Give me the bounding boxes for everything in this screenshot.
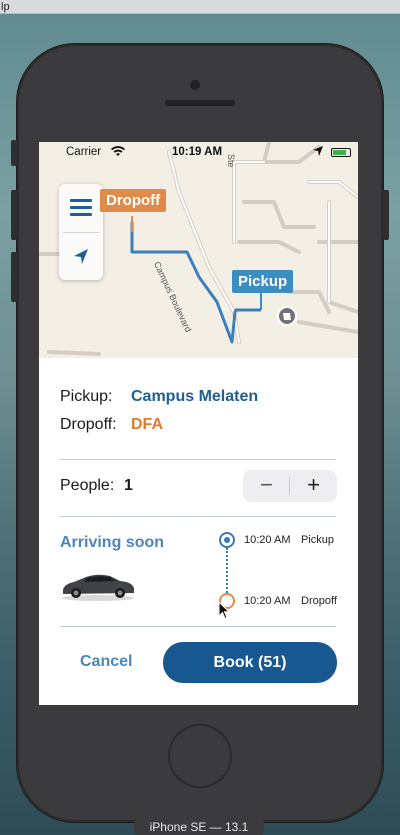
dropoff-tag: Dropoff <box>301 595 337 607</box>
street-label-ste: Ste <box>226 154 236 168</box>
app-screen: Carrier 10:19 AM Campus Boulevard Ste Dr… <box>39 142 358 705</box>
mouse-cursor-icon <box>218 601 230 620</box>
car-image <box>62 574 134 601</box>
cancel-button[interactable]: Cancel <box>60 642 152 682</box>
simulator-device-label: iPhone SE — 13.1 <box>134 820 264 835</box>
status-bar: Carrier 10:19 AM <box>39 142 358 162</box>
carrier-label: Carrier <box>66 146 102 158</box>
trip-timeline: 10:20 AM Pickup 10:20 AM Dropoff <box>216 528 346 628</box>
pickup-tag: Pickup <box>301 534 335 546</box>
people-count: 1 <box>124 477 133 494</box>
book-button[interactable]: Book (51) <box>163 642 337 683</box>
pickup-value[interactable]: Campus Melaten <box>131 388 258 406</box>
increment-button[interactable]: + <box>290 470 337 502</box>
mute-switch <box>11 140 17 166</box>
separator-2 <box>60 516 336 517</box>
dropoff-time: 10:20 AM <box>244 595 291 607</box>
timeline-connector <box>226 548 228 593</box>
booking-panel: Pickup: Campus Melaten Dropoff: DFA Peop… <box>39 358 358 705</box>
map-controls <box>59 184 103 280</box>
dropoff-label: Dropoff: <box>60 416 117 433</box>
wifi-icon <box>111 146 125 160</box>
location-arrow-icon <box>313 146 323 159</box>
earpiece-speaker <box>165 100 235 106</box>
host-title-strip: lp <box>0 0 400 14</box>
separator-1 <box>60 459 336 460</box>
power-button <box>383 190 389 240</box>
decrement-button[interactable]: − <box>243 470 290 502</box>
pickup-label: Pickup: <box>60 388 113 405</box>
arrival-status: Arriving soon <box>60 534 165 551</box>
dropoff-map-pin[interactable]: Dropoff <box>100 189 167 212</box>
map-view[interactable]: Carrier 10:19 AM Campus Boulevard Ste Dr… <box>39 142 358 358</box>
pickup-map-pin[interactable]: Pickup <box>232 270 294 293</box>
status-time: 10:19 AM <box>172 146 223 158</box>
home-button[interactable] <box>168 724 232 788</box>
navigation-arrow-icon <box>74 249 88 264</box>
dropoff-value[interactable]: DFA <box>131 416 163 434</box>
volume-down-button <box>11 252 17 302</box>
pickup-timeline-dot <box>219 532 235 548</box>
front-camera <box>190 80 200 90</box>
locate-me-button[interactable] <box>59 233 103 280</box>
separator-3 <box>60 626 336 627</box>
poi-icon[interactable] <box>277 306 297 326</box>
people-label: People: <box>60 477 115 494</box>
people-stepper: − + <box>243 470 337 502</box>
pickup-time: 10:20 AM <box>244 534 291 546</box>
host-title-fragment: lp <box>1 1 10 13</box>
volume-up-button <box>11 190 17 240</box>
battery-icon <box>331 148 351 157</box>
menu-button[interactable] <box>59 184 103 232</box>
